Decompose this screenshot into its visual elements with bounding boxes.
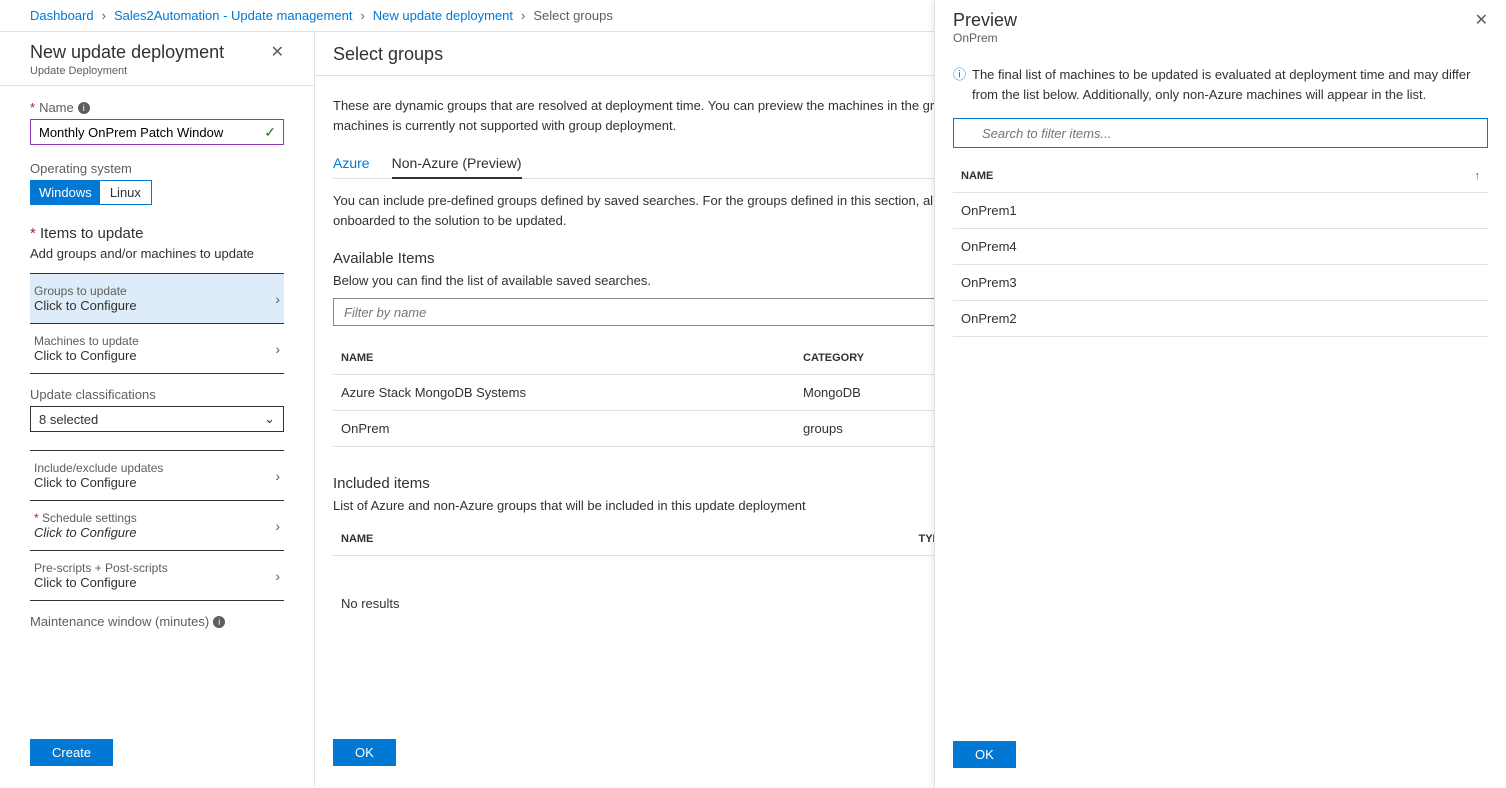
config-value: Click to Configure [34, 575, 168, 590]
chevron-right-icon: › [275, 518, 280, 534]
preview-table: NAME ↑ OnPrem1 OnPrem4 OnPrem3 OnPrem2 [953, 160, 1488, 337]
name-label: Name [39, 100, 74, 115]
maintenance-label: Maintenance window (minutes) [30, 614, 209, 629]
tab-azure[interactable]: Azure [333, 149, 370, 179]
checkmark-icon: ✓ [264, 124, 276, 141]
col-name[interactable]: NAME [333, 342, 795, 375]
cell-name: OnPrem2 [953, 301, 1488, 337]
table-row[interactable]: OnPrem3 [953, 265, 1488, 301]
classifications-select[interactable]: 8 selected ⌄ [30, 406, 284, 432]
col-name[interactable]: NAME [333, 523, 911, 556]
classifications-label: Update classifications [30, 387, 284, 402]
scripts-item[interactable]: Pre-scripts + Post-scripts Click to Conf… [30, 550, 284, 601]
chevron-right-icon: › [102, 8, 106, 23]
cell-name: OnPrem [333, 411, 795, 447]
close-icon[interactable]: ✕ [1475, 10, 1488, 30]
os-linux-option[interactable]: Linux [100, 181, 151, 204]
info-icon: ⓘ [953, 65, 966, 104]
chevron-right-icon: › [275, 291, 280, 307]
tab-non-azure[interactable]: Non-Azure (Preview) [392, 149, 522, 179]
info-icon[interactable]: i [78, 102, 90, 114]
config-value: Click to Configure [34, 298, 137, 313]
os-label: Operating system [30, 161, 284, 176]
breadcrumb-link[interactable]: Dashboard [30, 8, 94, 23]
machines-to-update-item[interactable]: Machines to update Click to Configure › [30, 323, 284, 374]
cell-name: Azure Stack MongoDB Systems [333, 375, 795, 411]
breadcrumb-link[interactable]: Sales2Automation - Update management [114, 8, 352, 23]
config-label: Groups to update [34, 284, 137, 298]
preview-panel: Preview OnPrem ✕ ⓘ The final list of mac… [934, 0, 1506, 788]
items-to-update-title: Items to update [40, 225, 143, 242]
select-value: 8 selected [39, 412, 98, 427]
panel-title: New update deployment [30, 42, 224, 63]
table-row[interactable]: OnPrem1 [953, 193, 1488, 229]
panel-title: Preview [953, 10, 1017, 31]
ok-button[interactable]: OK [333, 739, 396, 766]
config-label: Schedule settings [42, 511, 137, 525]
col-name[interactable]: NAME ↑ [953, 160, 1488, 193]
breadcrumb-current: Select groups [533, 8, 613, 23]
groups-to-update-item[interactable]: Groups to update Click to Configure › [30, 273, 284, 324]
panel-subtitle: Update Deployment [30, 65, 224, 77]
info-icon[interactable]: i [213, 616, 225, 628]
sort-arrow-icon: ↑ [1475, 170, 1481, 182]
new-deployment-panel: New update deployment Update Deployment … [0, 32, 315, 786]
cell-name: OnPrem3 [953, 265, 1488, 301]
chevron-right-icon: › [521, 8, 525, 23]
info-message: The final list of machines to be updated… [972, 65, 1488, 104]
close-icon[interactable]: ✕ [271, 42, 284, 62]
breadcrumb-link[interactable]: New update deployment [373, 8, 513, 23]
chevron-right-icon: › [275, 341, 280, 357]
search-input[interactable] [953, 118, 1488, 148]
ok-button[interactable]: OK [953, 741, 1016, 768]
config-label: Include/exclude updates [34, 461, 163, 475]
config-value: Click to Configure [34, 525, 137, 540]
items-to-update-sub: Add groups and/or machines to update [30, 246, 284, 261]
chevron-down-icon: ⌄ [264, 411, 275, 427]
table-row[interactable]: OnPrem2 [953, 301, 1488, 337]
config-label: Machines to update [34, 334, 139, 348]
cell-name: OnPrem1 [953, 193, 1488, 229]
os-windows-option[interactable]: Windows [31, 181, 100, 204]
chevron-right-icon: › [275, 468, 280, 484]
include-exclude-item[interactable]: Include/exclude updates Click to Configu… [30, 450, 284, 501]
panel-subtitle: OnPrem [953, 31, 1017, 45]
create-button[interactable]: Create [30, 739, 113, 766]
config-value: Click to Configure [34, 348, 139, 363]
name-input[interactable] [30, 119, 284, 145]
config-value: Click to Configure [34, 475, 163, 490]
config-label: Pre-scripts + Post-scripts [34, 561, 168, 575]
chevron-right-icon: › [360, 8, 364, 23]
cell-name: OnPrem4 [953, 229, 1488, 265]
os-toggle: Windows Linux [30, 180, 152, 205]
schedule-settings-item[interactable]: * Schedule settings Click to Configure › [30, 500, 284, 551]
table-row[interactable]: OnPrem4 [953, 229, 1488, 265]
chevron-right-icon: › [275, 568, 280, 584]
